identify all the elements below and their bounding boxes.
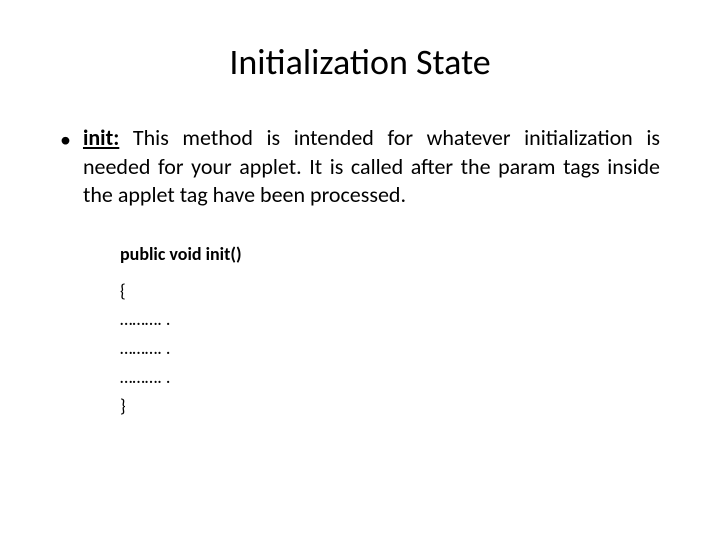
- bullet-description: This method is intended for whatever ini…: [83, 124, 660, 208]
- bullet-marker: •: [60, 124, 71, 155]
- bullet-item: • init: This method is intended for what…: [60, 124, 660, 210]
- code-line-dots-2: ………. .: [120, 334, 660, 363]
- code-line-close-brace: }: [120, 392, 660, 421]
- code-line-dots-3: ………. .: [120, 363, 660, 392]
- page-title: Initialization State: [60, 40, 660, 84]
- bullet-text: init: This method is intended for whatev…: [83, 124, 660, 210]
- code-line-open-brace: {: [120, 277, 660, 306]
- code-line-dots-1: ………. .: [120, 305, 660, 334]
- code-block: public void init() { ………. . ………. . ………. …: [120, 240, 660, 421]
- bullet-label: init:: [83, 124, 119, 151]
- code-signature: public void init(): [120, 240, 660, 269]
